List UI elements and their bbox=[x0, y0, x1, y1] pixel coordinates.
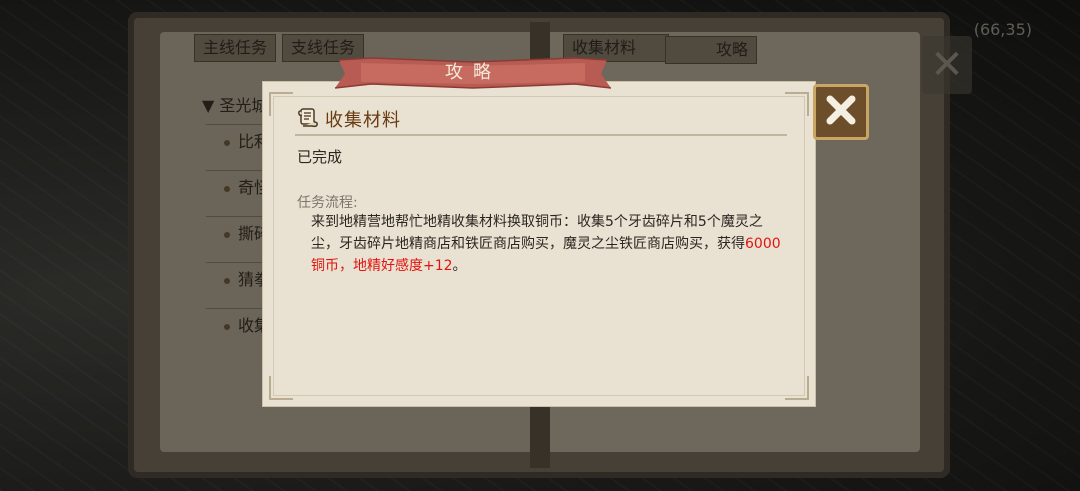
close-x-icon bbox=[823, 92, 859, 132]
section-header: 收集材料 bbox=[297, 104, 401, 134]
dialog-close-button[interactable] bbox=[813, 84, 869, 140]
corner-ornament bbox=[269, 92, 293, 116]
corner-ornament bbox=[269, 376, 293, 400]
flow-end: 。 bbox=[452, 258, 467, 274]
quest-status: 已完成 bbox=[297, 148, 343, 166]
section-divider bbox=[295, 134, 787, 136]
dialog-title: 攻略 bbox=[445, 62, 501, 83]
scroll-icon bbox=[297, 106, 319, 132]
flow-label: 任务流程: bbox=[297, 195, 358, 211]
strategy-dialog: 收集材料 已完成 任务流程: 来到地精营地帮忙地精收集材料换取铜币：收集5个牙齿… bbox=[263, 82, 815, 406]
corner-ornament bbox=[785, 376, 809, 400]
corner-ornament bbox=[785, 92, 809, 116]
flow-text: 来到地精营地帮忙地精收集材料换取铜币：收集5个牙齿碎片和5个魔灵之尘，牙齿碎片地… bbox=[311, 214, 763, 252]
flow-description: 来到地精营地帮忙地精收集材料换取铜币：收集5个牙齿碎片和5个魔灵之尘，牙齿碎片地… bbox=[311, 211, 781, 277]
section-title: 收集材料 bbox=[325, 110, 401, 131]
reward-favor: ，地精好感度+12 bbox=[339, 258, 453, 274]
